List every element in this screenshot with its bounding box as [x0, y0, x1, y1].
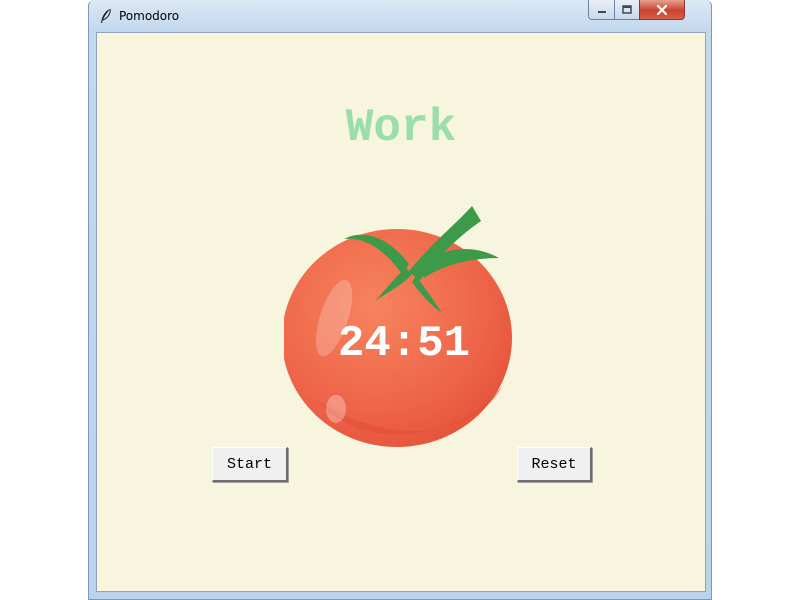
- maximize-icon: [622, 5, 632, 14]
- feather-icon: [101, 8, 111, 23]
- minimize-icon: [597, 10, 606, 13]
- title-bar[interactable]: Pomodoro: [89, 0, 711, 32]
- mode-label: Work: [345, 102, 457, 154]
- close-icon: [656, 4, 668, 15]
- minimize-button[interactable]: [588, 0, 615, 20]
- maximize-button[interactable]: [614, 0, 640, 20]
- app-canvas: Work 24:51 Start Reset: [96, 32, 706, 592]
- tomato-timer: 24:51: [284, 206, 512, 447]
- window-title: Pomodoro: [119, 9, 180, 23]
- close-button[interactable]: [639, 0, 685, 20]
- start-button[interactable]: Start: [212, 447, 288, 482]
- countdown-timer: 24:51: [338, 319, 470, 369]
- reset-button[interactable]: Reset: [517, 447, 592, 482]
- app-window: Pomodoro Work 24:51 Start Reset: [88, 0, 712, 600]
